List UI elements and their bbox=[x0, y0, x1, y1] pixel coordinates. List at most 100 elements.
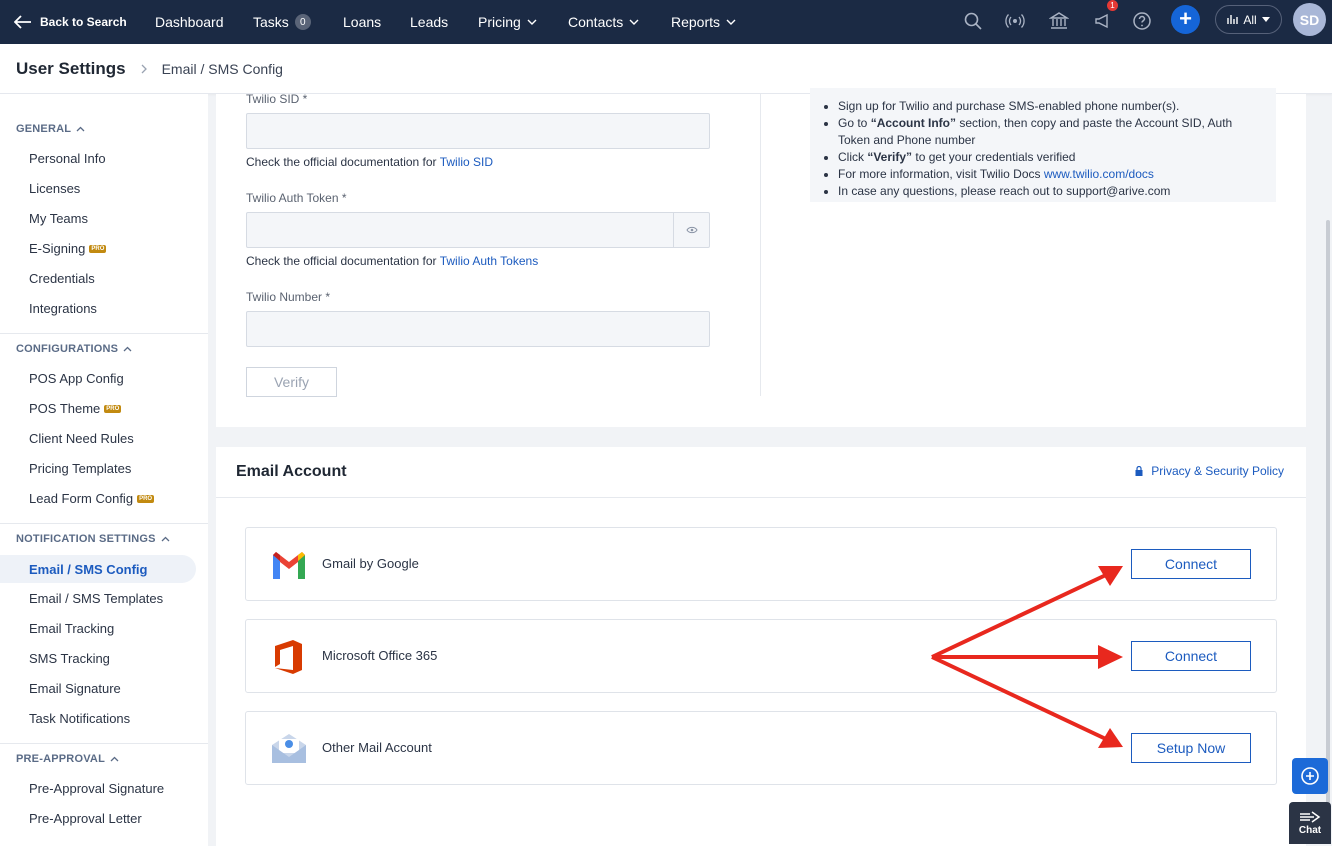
nav-contacts-label: Contacts bbox=[568, 14, 624, 30]
sidebar-item-task-notifications[interactable]: Task Notifications bbox=[29, 711, 130, 726]
sidebar-item-label: Email Tracking bbox=[29, 621, 115, 636]
twilio-number-input[interactable] bbox=[246, 311, 710, 347]
nav-leads[interactable]: Leads bbox=[410, 14, 448, 30]
sidebar-group-notification-settings[interactable]: NOTIFICATION SETTINGS bbox=[16, 533, 170, 545]
sidebar-item-my-teams[interactable]: My Teams bbox=[29, 211, 88, 226]
mail-envelope-icon bbox=[272, 734, 306, 763]
chat-label: Chat bbox=[1298, 825, 1322, 836]
breadcrumb: Email / SMS Config bbox=[161, 60, 283, 77]
search-icon[interactable] bbox=[963, 11, 983, 31]
privacy-policy-link[interactable]: Privacy & Security Policy bbox=[1135, 464, 1284, 478]
scope-label: All bbox=[1243, 12, 1257, 27]
chevron-up-icon bbox=[123, 346, 132, 352]
sidebar-item-email-sms-config[interactable]: Email / SMS Config bbox=[0, 555, 196, 583]
back-to-search-link[interactable]: Back to Search bbox=[14, 15, 127, 29]
support-email: support@arive.com bbox=[1066, 184, 1171, 198]
sidebar-group-configurations[interactable]: CONFIGURATIONS bbox=[16, 343, 132, 355]
instruction-text: to get your credentials verified bbox=[912, 150, 1076, 164]
instruction-item: Go to “Account Info” section, then copy … bbox=[838, 115, 1264, 149]
chevron-up-icon bbox=[110, 756, 119, 762]
nav-contacts[interactable]: Contacts bbox=[568, 14, 639, 30]
other-mail-setup-button[interactable]: Setup Now bbox=[1131, 733, 1251, 763]
megaphone-icon[interactable] bbox=[1093, 11, 1113, 31]
chevron-up-icon bbox=[76, 126, 85, 132]
sidebar-item-label: Pricing Templates bbox=[29, 461, 132, 476]
instruction-emphasis: “Verify” bbox=[867, 150, 913, 164]
gmail-connect-button[interactable]: Connect bbox=[1131, 549, 1251, 579]
sidebar-item-integrations[interactable]: Integrations bbox=[29, 301, 97, 316]
eye-icon bbox=[685, 226, 698, 234]
scope-selector[interactable]: All bbox=[1215, 5, 1282, 34]
sidebar-item-label: Email Signature bbox=[29, 681, 121, 696]
floating-add-button[interactable] bbox=[1292, 758, 1328, 794]
nav-loans-label: Loans bbox=[343, 14, 382, 30]
sidebar-item-personal-info[interactable]: Personal Info bbox=[29, 151, 106, 166]
instruction-item: Click “Verify” to get your credentials v… bbox=[838, 149, 1264, 166]
group-label: NOTIFICATION SETTINGS bbox=[16, 533, 156, 545]
twilio-sid-input[interactable] bbox=[246, 113, 710, 149]
chat-button[interactable]: Chat bbox=[1289, 802, 1331, 844]
user-avatar[interactable]: SD bbox=[1293, 3, 1326, 36]
nav-dashboard[interactable]: Dashboard bbox=[155, 14, 224, 30]
group-label: PRE-APPROVAL bbox=[16, 753, 105, 765]
nav-dashboard-label: Dashboard bbox=[155, 14, 224, 30]
chat-arrow-icon bbox=[1300, 811, 1321, 823]
sidebar-item-pos-app-config[interactable]: POS App Config bbox=[29, 371, 124, 386]
pro-badge: PRO bbox=[89, 244, 107, 253]
page-scrollbar[interactable] bbox=[1326, 220, 1330, 820]
sidebar-item-label: Client Need Rules bbox=[29, 431, 134, 446]
sidebar-item-licenses[interactable]: Licenses bbox=[29, 181, 80, 196]
sidebar-item-email-signature[interactable]: Email Signature bbox=[29, 681, 121, 696]
office365-account-row: Microsoft Office 365 Connect bbox=[245, 619, 1277, 693]
sidebar-item-client-need-rules[interactable]: Client Need Rules bbox=[29, 431, 134, 446]
sidebar-item-email-sms-templates[interactable]: Email / SMS Templates bbox=[29, 591, 163, 606]
account-name: Gmail by Google bbox=[322, 556, 419, 571]
sidebar-item-email-tracking[interactable]: Email Tracking bbox=[29, 621, 114, 636]
help-text: Check the official documentation for bbox=[246, 254, 437, 268]
nav-loans[interactable]: Loans bbox=[343, 14, 381, 30]
sidebar-item-credentials[interactable]: Credentials bbox=[29, 271, 95, 286]
sidebar-item-label: Email / SMS Config bbox=[29, 561, 148, 577]
sidebar-item-lead-form-config[interactable]: Lead Form Config PRO bbox=[29, 491, 155, 506]
email-account-card: Email Account Privacy & Security Policy … bbox=[216, 447, 1306, 846]
sidebar-item-pre-approval-signature[interactable]: Pre-Approval Signature bbox=[29, 781, 164, 796]
help-icon[interactable] bbox=[1132, 11, 1152, 31]
sidebar-item-label: Task Notifications bbox=[29, 711, 131, 726]
twilio-auth-token-doc-link[interactable]: Twilio Auth Tokens bbox=[440, 254, 539, 268]
account-name: Microsoft Office 365 bbox=[322, 648, 438, 663]
twilio-instructions-box: Sign up for Twilio and purchase SMS-enab… bbox=[810, 88, 1276, 202]
sidebar-group-general[interactable]: GENERAL bbox=[16, 123, 85, 135]
email-account-title: Email Account bbox=[236, 463, 347, 480]
sidebar-item-sms-tracking[interactable]: SMS Tracking bbox=[29, 651, 110, 666]
instruction-text: Click bbox=[838, 150, 868, 164]
sidebar-item-label: Credentials bbox=[29, 271, 95, 286]
instruction-text: Sign up for Twilio and purchase SMS-enab… bbox=[838, 99, 1180, 113]
plus-circle-icon bbox=[1301, 767, 1319, 785]
instructions-list: Sign up for Twilio and purchase SMS-enab… bbox=[838, 98, 1264, 200]
show-password-toggle[interactable] bbox=[673, 213, 709, 247]
sidebar-item-e-signing[interactable]: E-Signing PRO bbox=[29, 241, 107, 256]
verify-button[interactable]: Verify bbox=[246, 367, 337, 397]
twilio-docs-link[interactable]: www.twilio.com/docs bbox=[1044, 167, 1154, 181]
twilio-auth-token-label: Twilio Auth Token * bbox=[246, 191, 347, 205]
page-header: User Settings Email / SMS Config bbox=[0, 44, 1332, 94]
sidebar-item-pre-approval-letter[interactable]: Pre-Approval Letter bbox=[29, 811, 142, 826]
nav-pricing[interactable]: Pricing bbox=[478, 14, 537, 30]
office365-connect-button[interactable]: Connect bbox=[1131, 641, 1251, 671]
sidebar-item-pricing-templates[interactable]: Pricing Templates bbox=[29, 461, 131, 476]
sidebar-item-pos-theme[interactable]: POS Theme PRO bbox=[29, 401, 122, 416]
nav-tasks[interactable]: Tasks 0 bbox=[253, 14, 311, 30]
back-label: Back to Search bbox=[40, 15, 127, 29]
account-name: Other Mail Account bbox=[322, 740, 432, 755]
twilio-auth-token-input[interactable] bbox=[246, 212, 710, 248]
nav-reports[interactable]: Reports bbox=[671, 14, 736, 30]
broadcast-icon[interactable] bbox=[1005, 11, 1025, 31]
bank-icon[interactable] bbox=[1049, 11, 1069, 31]
sidebar-item-label: Lead Form Config bbox=[29, 491, 134, 506]
twilio-sid-doc-link[interactable]: Twilio SID bbox=[440, 155, 493, 169]
sidebar-group-pre-approval[interactable]: PRE-APPROVAL bbox=[16, 753, 119, 765]
sidebar-item-label: Email / SMS Templates bbox=[29, 591, 164, 606]
add-new-button[interactable]: + bbox=[1171, 5, 1200, 34]
settings-sidebar: GENERAL Personal Info Licenses My Teams … bbox=[0, 94, 208, 846]
pro-badge: PRO bbox=[104, 404, 122, 413]
